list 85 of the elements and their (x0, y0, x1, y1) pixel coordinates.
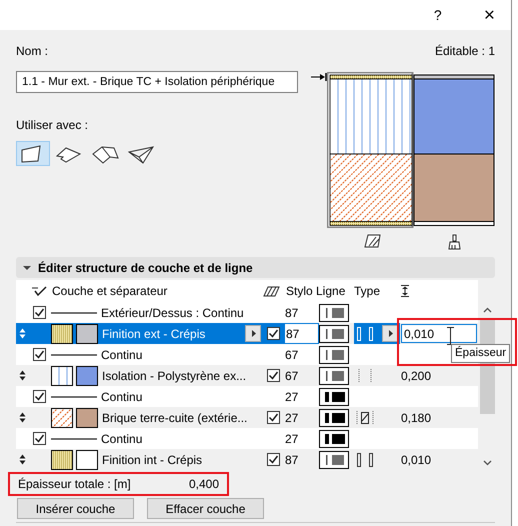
checkmark-icon (32, 286, 46, 296)
insert-button[interactable]: Insérer couche (17, 498, 134, 519)
section-header[interactable]: Éditer structure de couche et de ligne (16, 257, 495, 278)
fill-pattern-icon (51, 408, 73, 428)
thickness-field[interactable]: 0,010 (401, 324, 477, 343)
line-icon (51, 310, 97, 314)
dropdown-button[interactable] (245, 325, 261, 342)
brush-icon[interactable] (448, 234, 462, 250)
checkbox[interactable] (267, 453, 280, 466)
fill-pattern-icon (51, 324, 73, 344)
dropdown-button[interactable] (382, 325, 398, 342)
column-header: Couche et séparateur (52, 284, 168, 298)
thickness-value: 0,180 (401, 410, 432, 424)
checkbox[interactable] (267, 327, 280, 340)
fill-pattern-icon (51, 450, 73, 470)
table-row[interactable]: Continu 27 (16, 386, 478, 407)
editable-count: Éditable : 1 (434, 44, 495, 60)
layer-name: Brique terre-cuite (extérie... (102, 410, 248, 424)
table-row[interactable]: Continu 27 (16, 428, 478, 449)
pen-number: 27 (285, 432, 298, 446)
pen-number: 87 (285, 306, 298, 320)
section-title: Éditer structure de couche et de ligne (38, 260, 253, 274)
layer-name: Finition int - Crépis (102, 452, 202, 466)
thickness-icon (400, 285, 410, 297)
column-header: Type (354, 284, 380, 298)
pen-number: 87 (285, 452, 298, 466)
checkbox[interactable] (32, 306, 46, 319)
pen-number: 87 (286, 326, 300, 340)
fill-pattern-icon (51, 366, 73, 386)
separator-label: Extérieur/Dessus : Continu (101, 306, 244, 320)
tooltip: Épaisseur (451, 344, 510, 363)
close-button[interactable]: × (484, 6, 495, 24)
layer-type-icon (356, 368, 374, 384)
wall-button[interactable] (16, 141, 50, 166)
delete-button[interactable]: Effacer couche (147, 498, 264, 519)
expand-icon[interactable] (22, 264, 32, 272)
layer-type-icon (356, 326, 374, 342)
line-sample-icon[interactable] (319, 324, 349, 342)
thickness-value: 0,010 (401, 452, 432, 466)
name-label: Nom : (16, 44, 48, 60)
separator-label: Continu (101, 390, 142, 404)
help-button[interactable]: ? (434, 7, 446, 23)
pen-number: 67 (285, 368, 298, 382)
line-sample-icon[interactable] (319, 408, 349, 426)
pen-number: 27 (285, 410, 298, 424)
reorder-handle-icon[interactable] (19, 454, 26, 465)
checkbox[interactable] (267, 411, 280, 424)
arrow-icon (311, 73, 327, 81)
line-icon (51, 394, 97, 398)
reorder-handle-icon[interactable] (19, 328, 26, 339)
line-sample-icon[interactable] (319, 366, 349, 384)
thickness-value: 0,200 (401, 368, 432, 382)
use-with-label: Utiliser avec : (16, 118, 90, 132)
layer-name: Finition ext - Crépis (102, 326, 206, 340)
checkbox[interactable] (32, 432, 46, 445)
reorder-handle-icon[interactable] (19, 370, 26, 381)
line-icon (51, 352, 97, 356)
column-header: Stylo Ligne (286, 284, 346, 298)
reorder-handle-icon[interactable] (19, 412, 26, 423)
separator-label: Continu (101, 432, 142, 446)
line-sample-icon[interactable] (319, 304, 349, 322)
table-row[interactable]: Finition ext - Crépis 87 0,010 (16, 323, 478, 344)
total-label: Épaisseur totale : [m] (18, 477, 131, 491)
scroll-up-icon[interactable] (483, 307, 492, 313)
line-sample-icon[interactable] (319, 450, 349, 468)
total-value: 0,400 (188, 477, 219, 491)
text-cursor-icon (446, 327, 455, 345)
layer-name: Isolation - Polystyrène ex... (102, 368, 246, 382)
layer-type-icon (356, 452, 374, 468)
checkbox[interactable] (32, 348, 46, 361)
table-row[interactable]: Extérieur/Dessus : Continu 87 (16, 302, 478, 323)
line-sample-icon[interactable] (319, 388, 349, 406)
pen-number: 27 (285, 390, 298, 404)
line-icon (51, 436, 97, 440)
hatch-icon[interactable] (364, 234, 382, 248)
scroll-down-icon[interactable] (483, 460, 492, 466)
line-sample-icon[interactable] (319, 430, 349, 448)
checkbox[interactable] (32, 390, 46, 403)
hatch-icon (263, 286, 280, 296)
name-field[interactable]: 1.1 - Mur ext. - Brique TC + Isolation périphérique (16, 71, 298, 93)
line-sample-icon[interactable] (319, 346, 349, 364)
pen-number: 67 (285, 348, 298, 362)
checkbox[interactable] (267, 369, 280, 382)
separator-label: Continu (101, 348, 142, 362)
layer-type-icon (356, 410, 374, 426)
